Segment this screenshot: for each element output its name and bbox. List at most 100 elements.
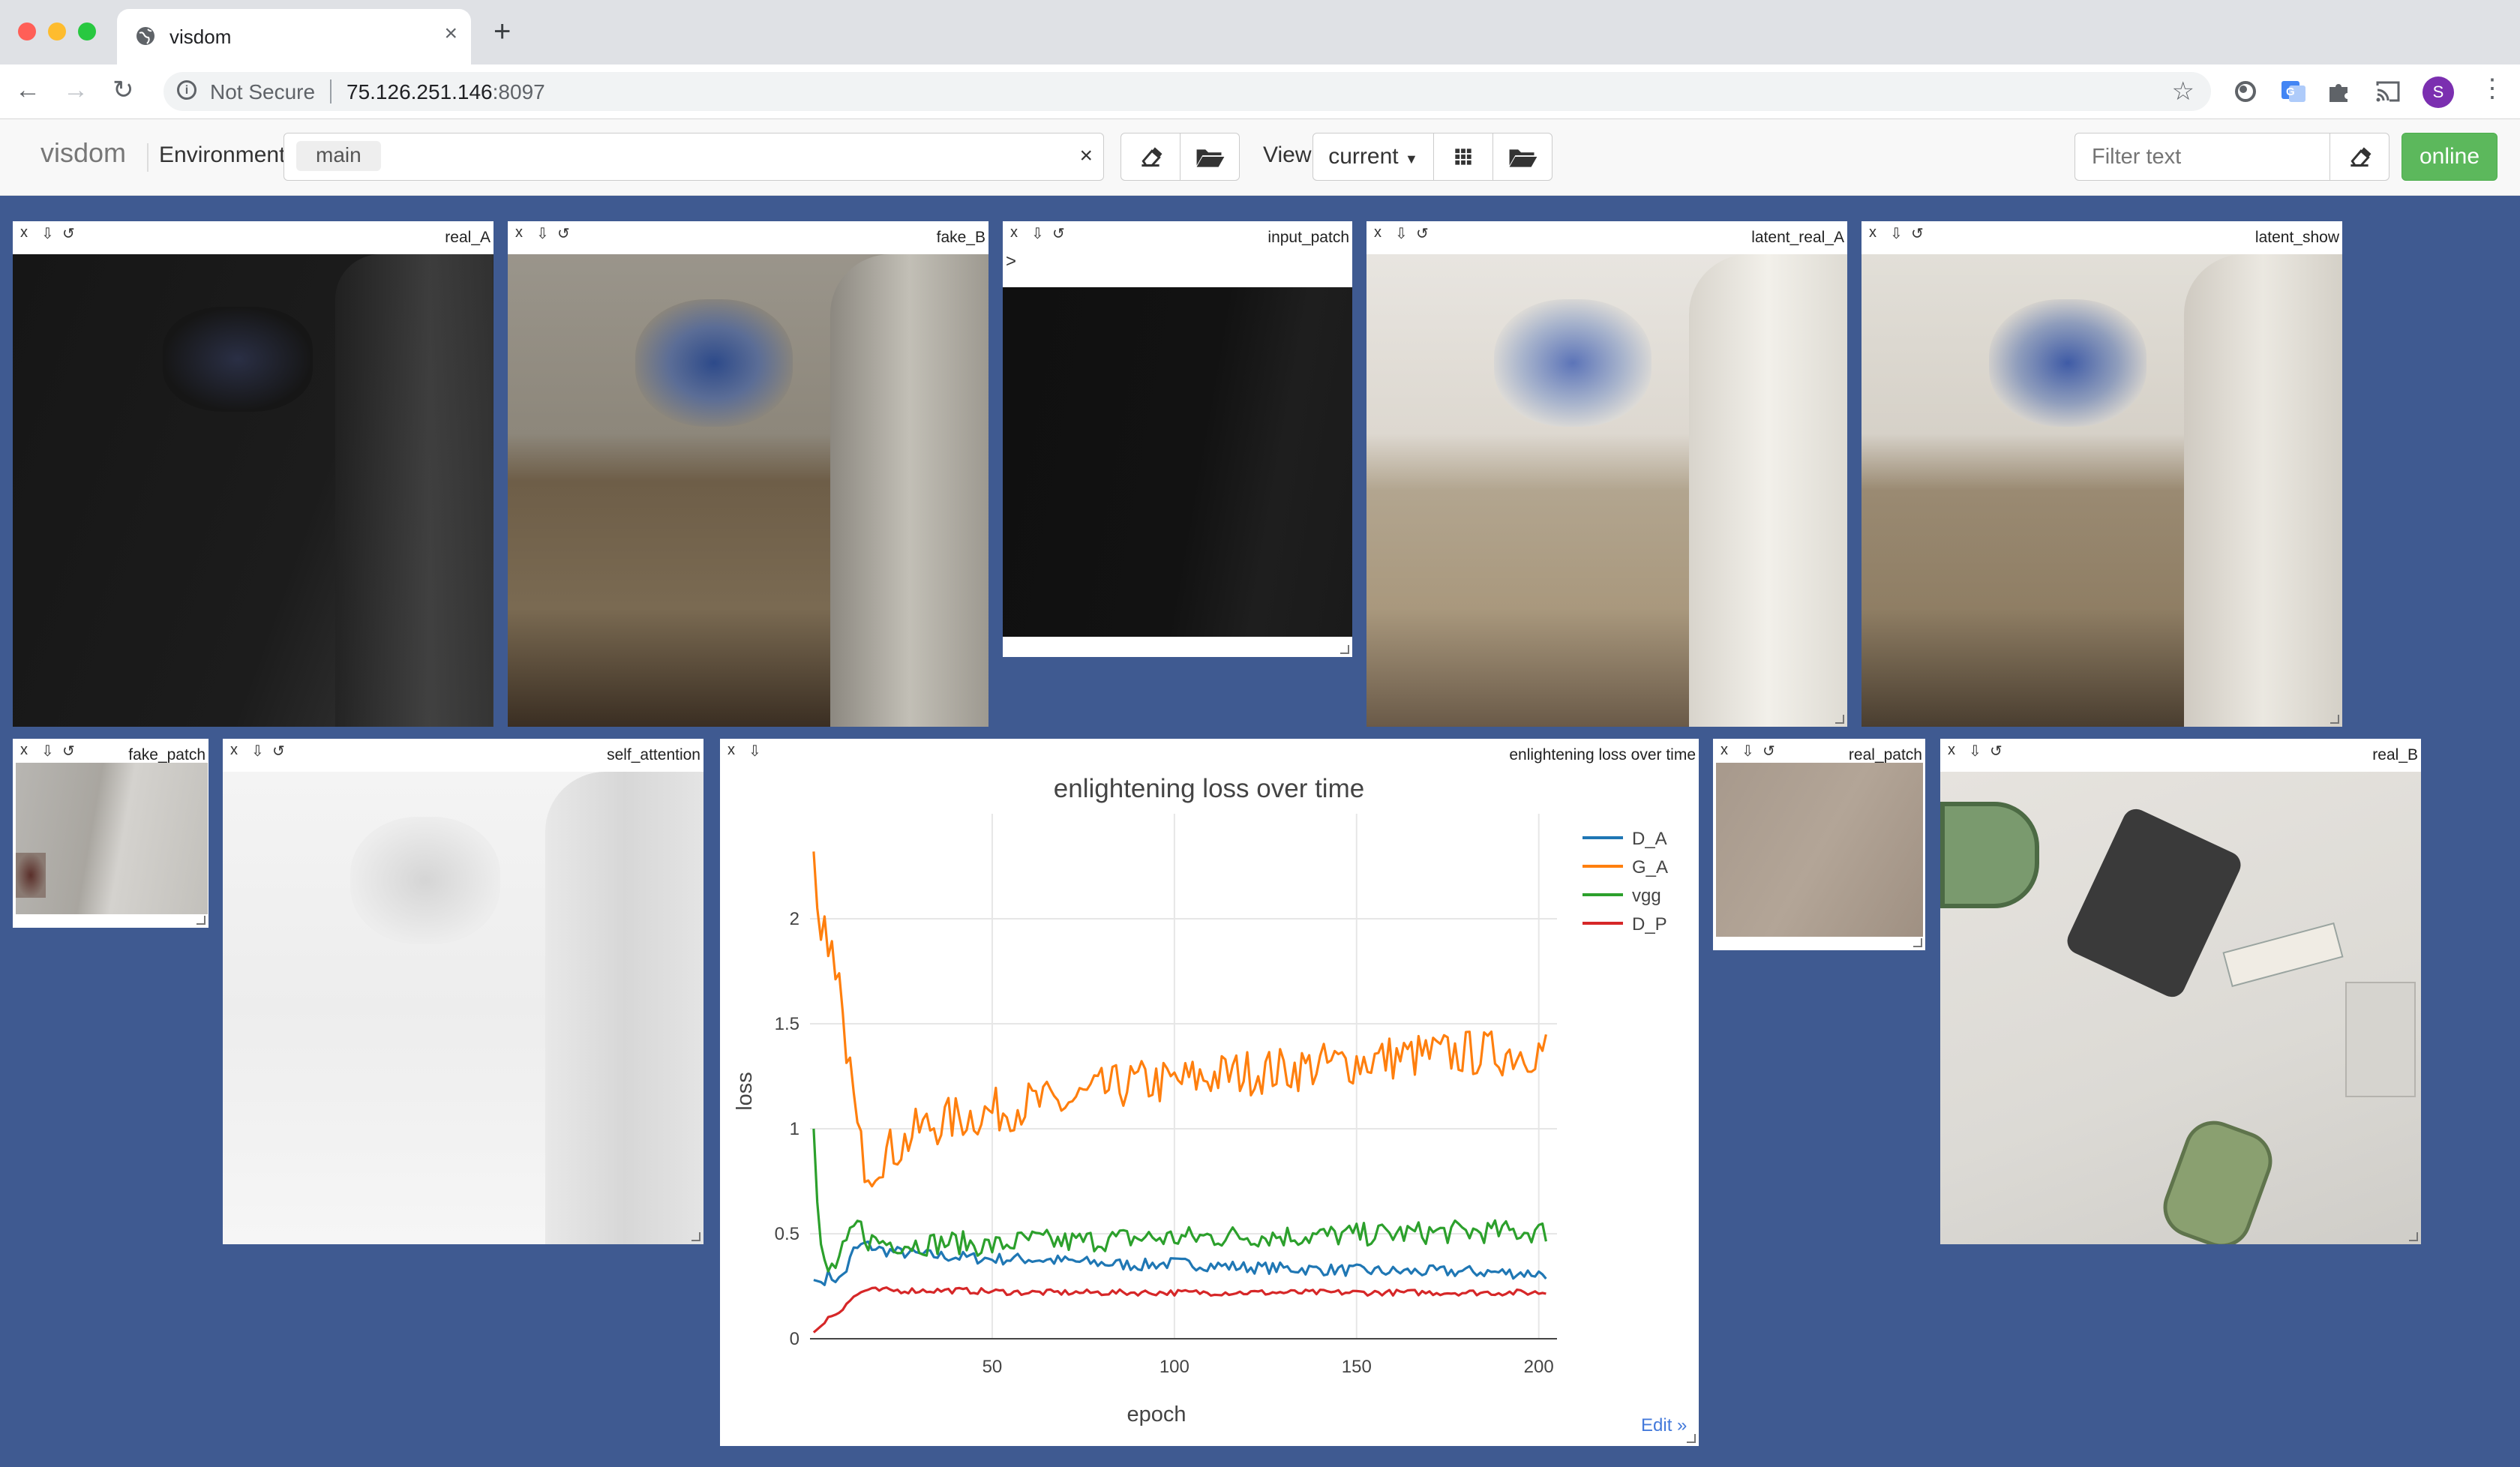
reset-icon[interactable]: ↺	[1762, 742, 1775, 760]
browser-tab[interactable]: visdom ×	[117, 9, 471, 64]
pane-latent-real-a[interactable]: x ⇩ ↺ latent_real_A	[1366, 221, 1847, 727]
pane-header: x ⇩ ↺ fake_patch	[13, 739, 208, 764]
close-tab-icon[interactable]: ×	[444, 21, 458, 46]
filter-text-input[interactable]	[2074, 133, 2331, 181]
resize-handle[interactable]	[1687, 1434, 1696, 1443]
pane-input-patch[interactable]: x ⇩ ↺ input_patch >	[1003, 221, 1352, 657]
reload-icon[interactable]: ↻	[112, 75, 134, 105]
puzzle-extensions-icon[interactable]	[2325, 78, 2352, 105]
x-axis-label: epoch	[1126, 1402, 1186, 1426]
resize-handle[interactable]	[692, 1232, 700, 1241]
view-value: current	[1328, 144, 1399, 169]
browser-toolbar: ← → ↻ i Not Secure 75.126.251.146:8097 ☆…	[0, 64, 2520, 119]
security-label[interactable]: Not Secure	[210, 80, 315, 104]
download-icon[interactable]: ⇩	[1890, 224, 1903, 243]
download-icon[interactable]: ⇩	[41, 224, 54, 243]
forward-icon[interactable]: →	[63, 75, 88, 105]
reset-icon[interactable]: ↺	[1052, 224, 1065, 243]
pane-title: self_attention	[607, 746, 700, 764]
resize-handle[interactable]	[1913, 938, 1922, 947]
pane-title: real_B	[2372, 746, 2418, 764]
repack-button[interactable]	[1433, 133, 1493, 181]
clear-filter-button[interactable]	[2330, 133, 2390, 181]
clear-env-button[interactable]	[1120, 133, 1180, 181]
visdom-brand[interactable]: visdom	[40, 137, 126, 169]
resize-handle[interactable]	[2409, 1232, 2418, 1241]
translate-extension-icon[interactable]: G	[2280, 78, 2307, 105]
close-pane-icon[interactable]: x	[20, 224, 28, 242]
close-pane-icon[interactable]: x	[1374, 224, 1382, 242]
maximize-window-icon[interactable]	[78, 22, 96, 40]
close-pane-icon[interactable]: x	[20, 742, 28, 759]
environment-select[interactable]: main ×	[284, 133, 1104, 181]
close-pane-icon[interactable]: x	[1869, 224, 1876, 242]
manage-env-button[interactable]	[1180, 133, 1240, 181]
close-window-icon[interactable]	[18, 22, 36, 40]
profile-avatar[interactable]: S	[2422, 76, 2454, 108]
environment-tag[interactable]: main	[296, 141, 381, 171]
pane-header: x ⇩ ↺ self_attention	[223, 739, 704, 772]
svg-text:G: G	[2286, 86, 2295, 98]
resize-handle[interactable]	[196, 916, 206, 925]
pane-real-b[interactable]: x ⇩ ↺ real_B	[1940, 739, 2421, 1244]
loss-line-chart[interactable]: enlightening loss over time 50 100 150 200 0 0…	[720, 739, 1699, 1446]
url-text[interactable]: 75.126.251.146:8097	[346, 80, 545, 104]
resize-handle[interactable]	[1835, 715, 1844, 724]
close-pane-icon[interactable]: x	[1948, 742, 1955, 759]
download-icon[interactable]: ⇩	[536, 224, 549, 243]
download-icon[interactable]: ⇩	[1031, 224, 1044, 243]
reset-icon[interactable]: ↺	[557, 224, 570, 243]
browser-menu-icon[interactable]: ⋮	[2480, 74, 2505, 104]
info-icon[interactable]: i	[177, 80, 196, 100]
online-status-button[interactable]: online	[2402, 133, 2498, 181]
cast-icon[interactable]	[2374, 78, 2402, 105]
pane-real-a[interactable]: x ⇩ ↺ real_A	[13, 221, 494, 727]
resize-handle[interactable]	[2330, 715, 2339, 724]
pane-caret[interactable]: >	[1006, 251, 1016, 272]
reset-icon[interactable]: ↺	[1416, 224, 1429, 243]
view-dropdown[interactable]: current ▼	[1312, 133, 1434, 181]
legend-label-D_A: D_A	[1632, 829, 1667, 849]
pane-header: x ⇩ ↺ real_B	[1940, 739, 2421, 772]
extension-circle-icon[interactable]	[2232, 78, 2259, 105]
download-icon[interactable]: ⇩	[1969, 742, 1982, 760]
tab-title: visdom	[170, 26, 232, 48]
image-real-a	[13, 254, 494, 727]
edit-chart-link[interactable]: Edit »	[1641, 1415, 1687, 1436]
y-tick-label: 1	[790, 1119, 800, 1139]
pane-loss-chart[interactable]: x ⇩ enlightening loss over time enlighte…	[720, 739, 1699, 1446]
visdom-navbar: visdom Environment main × View current ▼…	[0, 119, 2520, 196]
download-icon[interactable]: ⇩	[1742, 742, 1754, 760]
pane-real-patch[interactable]: x ⇩ ↺ real_patch	[1713, 739, 1925, 950]
series-line-D_A	[813, 1240, 1547, 1286]
reset-icon[interactable]: ↺	[1990, 742, 2002, 760]
pane-fake-b[interactable]: x ⇩ ↺ fake_B	[508, 221, 988, 727]
back-icon[interactable]: ←	[15, 75, 40, 105]
clear-environment-icon[interactable]: ×	[1079, 143, 1093, 169]
new-tab-icon[interactable]: +	[494, 16, 511, 46]
reset-icon[interactable]: ↺	[1911, 224, 1924, 243]
pane-latent-show[interactable]: x ⇩ ↺ latent_show	[1862, 221, 2342, 727]
close-pane-icon[interactable]: x	[1010, 224, 1018, 242]
folder-open-icon	[1196, 149, 1225, 167]
download-icon[interactable]: ⇩	[1395, 224, 1408, 243]
reset-icon[interactable]: ↺	[62, 224, 75, 243]
close-pane-icon[interactable]: x	[515, 224, 523, 242]
reset-icon[interactable]: ↺	[272, 742, 285, 760]
pane-title: real_A	[445, 229, 490, 246]
pane-self-attention[interactable]: x ⇩ ↺ self_attention	[223, 739, 704, 1244]
download-icon[interactable]: ⇩	[41, 742, 54, 760]
pane-header: x ⇩ ↺ latent_show	[1862, 221, 2342, 254]
address-bar[interactable]: i Not Secure 75.126.251.146:8097 ☆	[164, 72, 2211, 111]
minimize-window-icon[interactable]	[48, 22, 66, 40]
resize-handle[interactable]	[1340, 645, 1349, 654]
reset-icon[interactable]: ↺	[62, 742, 75, 760]
pane-fake-patch[interactable]: x ⇩ ↺ fake_patch	[13, 739, 208, 928]
download-icon[interactable]: ⇩	[251, 742, 264, 760]
close-pane-icon[interactable]: x	[230, 742, 238, 759]
close-pane-icon[interactable]: x	[1720, 742, 1728, 759]
image-latent-real-a	[1366, 254, 1847, 727]
pane-title: fake_patch	[128, 746, 206, 764]
manage-views-button[interactable]	[1492, 133, 1552, 181]
bookmark-star-icon[interactable]: ☆	[2172, 76, 2194, 106]
